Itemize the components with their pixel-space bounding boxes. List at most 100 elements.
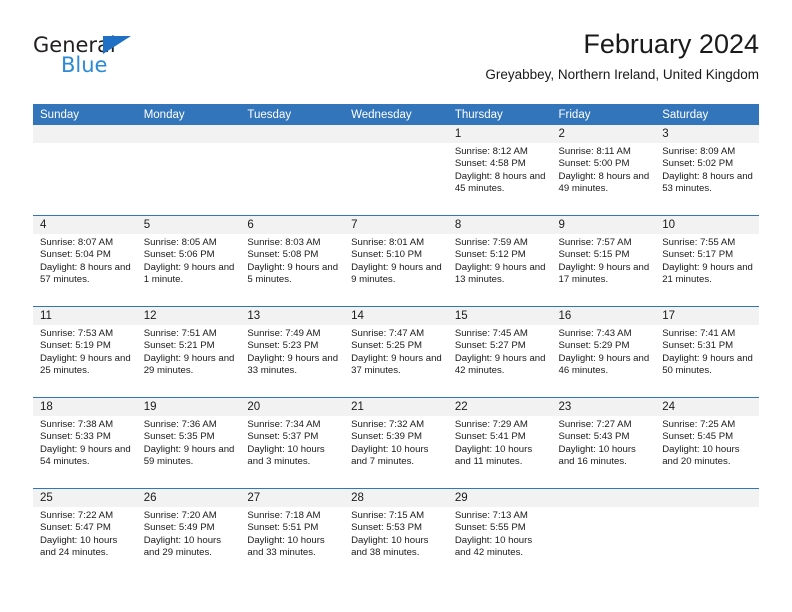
daylight-text: Daylight: 10 hours and 16 minutes.: [558, 443, 636, 467]
day-number: 12: [136, 307, 241, 325]
daylight-text: Daylight: 9 hours and 37 minutes.: [351, 352, 442, 376]
calendar-day-cell[interactable]: 7 Sunrise: 8:01 AM Sunset: 5:10 PM Daylight…: [344, 215, 448, 307]
calendar-day-cell[interactable]: 13 Sunrise: 7:49 AM Sunset: 5:23 PM Dayligh…: [240, 306, 345, 398]
calendar-day-cell[interactable]: 21 Sunrise: 7:32 AM Sunset: 5:39 PM Dayligh…: [344, 397, 448, 489]
day-number: 2: [551, 125, 656, 143]
day-number: 5: [136, 216, 241, 234]
daylight-text: Daylight: 10 hours and 38 minutes.: [351, 534, 429, 558]
calendar-day-cell[interactable]: 28 Sunrise: 7:15 AM Sunset: 5:53 PM Dayligh…: [344, 488, 448, 579]
calendar-day-cell[interactable]: 3 Sunrise: 8:09 AM Sunset: 5:02 PM Daylight…: [655, 125, 759, 216]
daylight-text: Daylight: 9 hours and 13 minutes.: [454, 261, 546, 285]
day-details: Sunrise: 7:53 AM Sunset: 5:19 PM Daylight:…: [33, 325, 137, 377]
daylight-text: Daylight: 8 hours and 45 minutes.: [454, 170, 546, 194]
sunrise-text: Sunrise: 7:18 AM: [247, 510, 321, 521]
day-cell-inner: 21 Sunrise: 7:32 AM Sunset: 5:39 PM Dayligh…: [344, 398, 448, 488]
daylight-text: Daylight: 10 hours and 42 minutes.: [454, 534, 533, 558]
logo-text-blue: Blue: [61, 53, 108, 77]
day-cell-inner: 16 Sunrise: 7:43 AM Sunset: 5:29 PM Dayligh…: [551, 307, 656, 397]
daylight-text: Daylight: 10 hours and 24 minutes.: [40, 534, 118, 558]
day-cell-inner: 23 Sunrise: 7:27 AM Sunset: 5:43 PM Dayligh…: [551, 398, 656, 488]
day-number: [136, 125, 241, 143]
day-number: 24: [655, 398, 759, 416]
day-cell-inner: 20 Sunrise: 7:34 AM Sunset: 5:37 PM Dayligh…: [240, 398, 345, 488]
sunset-text: Sunset: 5:45 PM: [662, 431, 734, 443]
sunrise-text: Sunrise: 8:05 AM: [143, 237, 217, 248]
calendar-day-cell[interactable]: 27 Sunrise: 7:18 AM Sunset: 5:51 PM Dayligh…: [240, 488, 345, 579]
calendar-day-cell[interactable]: 20 Sunrise: 7:34 AM Sunset: 5:37 PM Dayligh…: [240, 397, 345, 489]
day-cell-inner: 26 Sunrise: 7:20 AM Sunset: 5:49 PM Dayligh…: [136, 489, 241, 579]
day-number: [344, 125, 448, 143]
day-cell-inner: 19 Sunrise: 7:36 AM Sunset: 5:35 PM Dayligh…: [136, 398, 241, 488]
sunset-text: Sunset: 5:29 PM: [558, 340, 630, 352]
calendar-day-cell[interactable]: 6 Sunrise: 8:03 AM Sunset: 5:08 PM Daylight…: [240, 215, 345, 307]
daylight-text: Daylight: 9 hours and 9 minutes.: [351, 261, 442, 285]
weekday-header-sunday: Sunday: [33, 104, 137, 125]
calendar-week-row: 25 Sunrise: 7:22 AM Sunset: 5:47 PM Dayligh…: [33, 488, 759, 579]
calendar-body: 1 Sunrise: 8:12 AM Sunset: 4:58 PM Daylight…: [33, 125, 759, 579]
sunset-text: Sunset: 5:04 PM: [40, 249, 111, 261]
day-details: Sunrise: 7:27 AM Sunset: 5:43 PM Daylight:…: [552, 416, 656, 468]
calendar-day-cell[interactable]: 26 Sunrise: 7:20 AM Sunset: 5:49 PM Dayligh…: [136, 488, 241, 579]
sunset-text: Sunset: 5:47 PM: [40, 522, 111, 534]
day-cell-inner: 8 Sunrise: 7:59 AM Sunset: 5:12 PM Daylight…: [447, 216, 552, 306]
calendar-day-cell[interactable]: 4 Sunrise: 8:07 AM Sunset: 5:04 PM Daylight…: [33, 215, 137, 307]
calendar-day-cell[interactable]: 5 Sunrise: 8:05 AM Sunset: 5:06 PM Daylight…: [136, 215, 241, 307]
calendar-day-cell[interactable]: 16 Sunrise: 7:43 AM Sunset: 5:29 PM Dayligh…: [551, 306, 656, 398]
calendar-day-cell[interactable]: 12 Sunrise: 7:51 AM Sunset: 5:21 PM Dayligh…: [136, 306, 241, 398]
sunrise-text: Sunrise: 7:34 AM: [247, 419, 321, 430]
daylight-text: Daylight: 9 hours and 5 minutes.: [247, 261, 339, 285]
daylight-text: Daylight: 10 hours and 33 minutes.: [247, 534, 325, 558]
day-details: Sunrise: 8:09 AM Sunset: 5:02 PM Daylight:…: [655, 143, 759, 195]
calendar-day-cell[interactable]: 19 Sunrise: 7:36 AM Sunset: 5:35 PM Dayligh…: [136, 397, 241, 489]
day-details: Sunrise: 7:41 AM Sunset: 5:31 PM Daylight:…: [655, 325, 759, 377]
day-details: Sunrise: 8:11 AM Sunset: 5:00 PM Daylight:…: [552, 143, 656, 195]
calendar-day-cell[interactable]: 11 Sunrise: 7:53 AM Sunset: 5:19 PM Dayligh…: [33, 306, 137, 398]
weekday-header-saturday: Saturday: [655, 104, 759, 125]
page-header: General Blue February 2024 Greyabbey, No…: [33, 28, 759, 100]
calendar-day-cell[interactable]: 23 Sunrise: 7:27 AM Sunset: 5:43 PM Dayligh…: [551, 397, 656, 489]
sunset-text: Sunset: 5:15 PM: [558, 249, 630, 261]
calendar-day-cell[interactable]: 17 Sunrise: 7:41 AM Sunset: 5:31 PM Dayligh…: [655, 306, 759, 398]
calendar-grid: Sunday Monday Tuesday Wednesday Thursday Frid…: [33, 104, 759, 579]
calendar-day-cell[interactable]: 24 Sunrise: 7:25 AM Sunset: 5:45 PM Dayligh…: [655, 397, 759, 489]
daylight-text: Daylight: 9 hours and 59 minutes.: [143, 443, 235, 467]
day-number: 26: [136, 489, 241, 507]
day-cell-inner: 22 Sunrise: 7:29 AM Sunset: 5:41 PM Dayligh…: [447, 398, 552, 488]
calendar-day-cell[interactable]: 2 Sunrise: 8:11 AM Sunset: 5:00 PM Daylight…: [551, 125, 656, 216]
sunset-text: Sunset: 5:25 PM: [351, 340, 423, 352]
day-cell-inner: 28 Sunrise: 7:15 AM Sunset: 5:53 PM Dayligh…: [344, 489, 448, 579]
daylight-text: Daylight: 8 hours and 49 minutes.: [558, 170, 650, 194]
daylight-text: Daylight: 10 hours and 3 minutes.: [247, 443, 325, 467]
calendar-day-cell[interactable]: 18 Sunrise: 7:38 AM Sunset: 5:33 PM Dayligh…: [33, 397, 137, 489]
sunset-text: Sunset: 5:06 PM: [143, 249, 215, 261]
day-details: Sunrise: 7:34 AM Sunset: 5:37 PM Daylight:…: [240, 416, 344, 468]
day-cell-inner: 9 Sunrise: 7:57 AM Sunset: 5:15 PM Daylight…: [551, 216, 656, 306]
day-cell-inner: [240, 125, 345, 215]
sunset-text: Sunset: 5:43 PM: [558, 431, 630, 443]
day-cell-inner: 12 Sunrise: 7:51 AM Sunset: 5:21 PM Dayligh…: [136, 307, 241, 397]
day-cell-inner: 14 Sunrise: 7:47 AM Sunset: 5:25 PM Dayligh…: [344, 307, 448, 397]
weekday-header-tuesday: Tuesday: [240, 104, 345, 125]
day-cell-inner: 4 Sunrise: 8:07 AM Sunset: 5:04 PM Daylight…: [33, 216, 137, 306]
calendar-day-cell[interactable]: 1 Sunrise: 8:12 AM Sunset: 4:58 PM Daylight…: [447, 125, 552, 216]
sunrise-text: Sunrise: 7:47 AM: [351, 328, 425, 339]
day-number: 18: [33, 398, 137, 416]
day-cell-inner: 17 Sunrise: 7:41 AM Sunset: 5:31 PM Dayligh…: [655, 307, 759, 397]
calendar-day-cell[interactable]: 10 Sunrise: 7:55 AM Sunset: 5:17 PM Dayligh…: [655, 215, 759, 307]
calendar-day-cell[interactable]: 22 Sunrise: 7:29 AM Sunset: 5:41 PM Dayligh…: [447, 397, 552, 489]
day-details: Sunrise: 7:55 AM Sunset: 5:17 PM Daylight:…: [655, 234, 759, 286]
day-number: [240, 125, 345, 143]
day-number: 7: [344, 216, 448, 234]
calendar-day-cell[interactable]: 15 Sunrise: 7:45 AM Sunset: 5:27 PM Dayligh…: [447, 306, 552, 398]
calendar-day-cell[interactable]: 14 Sunrise: 7:47 AM Sunset: 5:25 PM Dayligh…: [344, 306, 448, 398]
sunrise-text: Sunrise: 7:57 AM: [558, 237, 632, 248]
sunset-text: Sunset: 5:39 PM: [351, 431, 423, 443]
calendar-day-cell[interactable]: 25 Sunrise: 7:22 AM Sunset: 5:47 PM Dayligh…: [33, 488, 137, 579]
day-number: 10: [655, 216, 759, 234]
calendar-day-cell[interactable]: 9 Sunrise: 7:57 AM Sunset: 5:15 PM Daylight…: [551, 215, 656, 307]
calendar-day-cell[interactable]: 8 Sunrise: 7:59 AM Sunset: 5:12 PM Daylight…: [447, 215, 552, 307]
day-number: 29: [447, 489, 552, 507]
sunrise-text: Sunrise: 7:36 AM: [143, 419, 217, 430]
calendar-day-cell[interactable]: 29 Sunrise: 7:13 AM Sunset: 5:55 PM Dayligh…: [447, 488, 552, 579]
calendar-week-row: 11 Sunrise: 7:53 AM Sunset: 5:19 PM Dayligh…: [33, 306, 759, 398]
